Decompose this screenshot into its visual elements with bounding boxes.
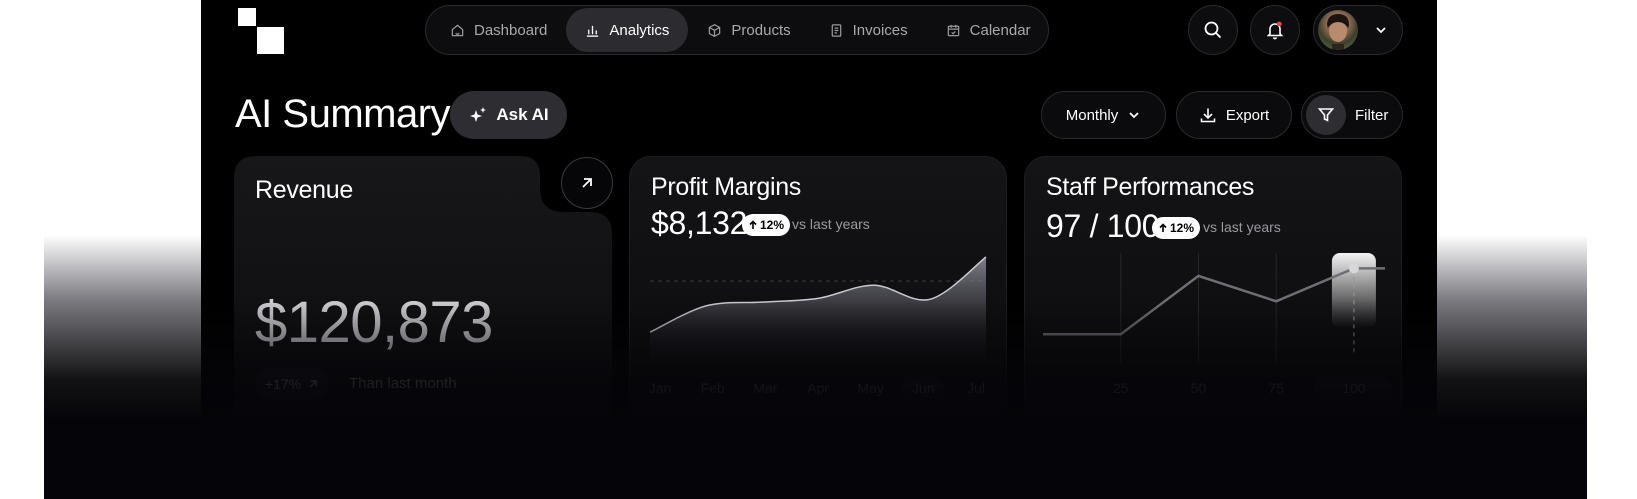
staff-badge-value: 12% [1170,221,1195,235]
profit-chart [649,256,987,361]
calendar-icon [947,24,959,36]
staff-card: Staff Performances 97 / 100 12% vs last … [1024,156,1402,420]
ask-ai-button[interactable]: Ask AI [450,91,567,139]
nav-item-calendar[interactable]: Calendar [927,8,1050,52]
home-icon [451,24,464,36]
x-tick-label[interactable]: Mar [753,380,777,396]
x-tick-label[interactable]: 50 [1191,380,1207,396]
staff-caption: vs last years [1203,219,1281,235]
profile-menu[interactable] [1313,5,1403,55]
x-tick-label[interactable]: May [857,380,883,396]
app-window: Dashboard Analytics Products Invoices Ca… [201,0,1437,420]
chevron-down-icon [1376,27,1386,34]
staff-value: 97 / 100 [1046,208,1160,244]
arrow-up-icon [749,220,757,229]
revenue-change-caption: Than last month [349,375,457,392]
x-tick-label[interactable]: 100 [1314,376,1394,400]
open-revenue-button[interactable] [561,157,613,209]
chevron-down-icon [1129,112,1139,119]
box-icon [709,23,721,37]
staff-chart [1043,253,1385,363]
profit-title: Profit Margins [651,173,802,201]
revenue-card: Revenue $120,873 +17% Than last month [234,156,612,420]
nav-item-invoices[interactable]: Invoices [810,8,927,52]
period-dropdown[interactable]: Monthly [1041,91,1166,139]
x-tick-label[interactable]: Jun [902,376,945,400]
profit-badge-value: 12% [760,218,785,232]
search-icon [1204,21,1222,39]
staff-badge: 12% [1152,217,1201,239]
arrow-up-right-icon [582,178,592,188]
nav-item-products[interactable]: Products [688,8,809,52]
ask-ai-label: Ask AI [496,105,549,124]
period-label: Monthly [1065,106,1119,124]
logo-square-small [238,8,256,26]
nav-label: Invoices [852,21,908,39]
export-label: Export [1225,106,1270,124]
nav-item-analytics[interactable]: Analytics [566,8,689,52]
staff-x-axis: 25 50 75 100 [1043,376,1394,400]
filter-icon [1317,108,1335,122]
arrow-up-right-icon [309,380,317,388]
x-tick-label[interactable]: 25 [1113,380,1129,396]
nav-label: Analytics [609,21,670,39]
brand-logo[interactable] [238,8,284,54]
logo-square-large [257,27,284,54]
nav-label: Calendar [969,21,1031,39]
x-tick-label[interactable]: Apr [807,380,829,396]
bar-chart-icon [587,25,599,37]
receipt-icon [831,23,841,37]
bell-icon [1266,21,1284,40]
revenue-title: Revenue [255,176,353,204]
search-button[interactable] [1188,5,1238,55]
download-icon [1200,108,1216,123]
revenue-value: $120,873 [255,290,493,355]
avatar [1318,10,1358,50]
x-tick-label[interactable]: 75 [1268,380,1284,396]
profit-caption: vs last years [792,216,870,232]
x-tick-label[interactable]: Jan [649,380,672,396]
staff-marker-point [1348,263,1359,274]
revenue-change-badge: +17% [255,368,330,400]
notifications-button[interactable] [1250,5,1300,55]
arrow-up-icon [1159,223,1167,232]
filter-button[interactable]: Filter [1301,91,1403,139]
export-button[interactable]: Export [1176,91,1292,139]
filter-icon-wrap [1306,95,1346,135]
x-tick-label[interactable]: Feb [701,380,725,396]
nav-label: Products [731,21,791,39]
profit-card: Profit Margins $8,132 12% vs last years … [629,156,1007,420]
staff-title: Staff Performances [1046,173,1255,201]
nav-item-dashboard[interactable]: Dashboard [431,8,566,52]
sparkles-icon [470,107,487,122]
filter-label: Filter [1355,106,1389,124]
revenue-change: +17% [265,376,302,392]
x-tick-label[interactable]: Jul [967,380,985,396]
nav-label: Dashboard [474,21,548,39]
profit-value: $8,132 [651,205,748,241]
page-title: AI Summary [235,92,451,136]
profit-area [650,257,986,361]
main-nav: Dashboard Analytics Products Invoices Ca… [425,5,1049,55]
profit-badge: 12% [742,214,791,236]
profit-x-axis: Jan Feb Mar Apr May Jun Jul [649,376,986,400]
